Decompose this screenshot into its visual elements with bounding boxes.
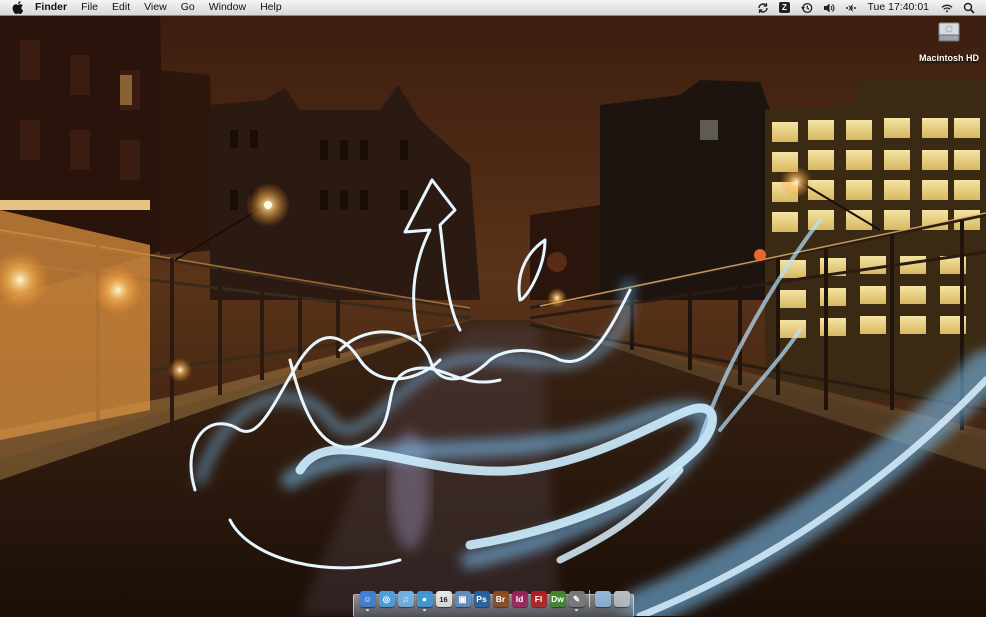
sync-icon[interactable] [756, 1, 770, 14]
hard-drive-icon [938, 22, 960, 42]
ical-icon: 16 [439, 594, 448, 604]
apple-menu-icon[interactable] [12, 1, 24, 14]
bluetooth-icon[interactable] [844, 1, 858, 14]
desktop-icon-macintosh-hd[interactable]: Macintosh HD [916, 20, 982, 63]
bridge-icon: Br [495, 594, 506, 604]
dock-item-script-editor[interactable]: ✎ [568, 591, 585, 611]
menu-file[interactable]: File [74, 0, 105, 15]
dock-item-itunes[interactable]: ♫ [397, 591, 414, 607]
running-indicator [574, 609, 578, 611]
input-source-badge: Z [779, 2, 790, 13]
dock-item-ichat[interactable]: ● [416, 591, 433, 611]
dock-item-dreamweaver[interactable]: Dw [549, 591, 566, 607]
dock-item-preview[interactable]: ▣ [454, 591, 471, 607]
menu-view[interactable]: View [137, 0, 174, 15]
photoshop-icon: Ps [476, 594, 487, 604]
menu-help[interactable]: Help [253, 0, 289, 15]
preview-icon: ▣ [458, 593, 467, 604]
dreamweaver-icon: Dw [551, 594, 564, 604]
dock-item-trash[interactable] [613, 591, 630, 607]
running-indicator [365, 609, 369, 611]
menu-edit[interactable]: Edit [105, 0, 137, 15]
finder-icon: ☺ [363, 594, 372, 604]
flash-icon: Fl [534, 594, 543, 604]
dock-item-safari[interactable]: ◎ [378, 591, 395, 607]
input-menu-icon[interactable]: Z [778, 1, 792, 14]
dock-item-documents-folder[interactable] [594, 591, 611, 607]
desktop-wallpaper [0, 0, 986, 616]
running-indicator [422, 609, 426, 611]
dock-items: ☺ ◎ ♫ ● 16 ▣ Ps Br Id Fl Dw ✎ [358, 590, 631, 611]
menu-go[interactable]: Go [174, 0, 202, 15]
volume-icon[interactable] [822, 1, 836, 14]
time-machine-icon[interactable] [800, 1, 814, 14]
ichat-icon: ● [421, 594, 428, 604]
indesign-icon: Id [515, 594, 524, 604]
dock-item-indesign[interactable]: Id [511, 591, 528, 607]
dock-item-photoshop[interactable]: Ps [473, 591, 490, 607]
script-editor-icon: ✎ [572, 593, 581, 604]
itunes-icon: ♫ [402, 594, 409, 604]
dock-item-finder[interactable]: ☺ [359, 591, 376, 611]
dock-item-bridge[interactable]: Br [492, 591, 509, 607]
menu-clock[interactable]: Tue 17:40:01 [862, 0, 937, 15]
menu-window[interactable]: Window [202, 0, 253, 15]
dock: ☺ ◎ ♫ ● 16 ▣ Ps Br Id Fl Dw ✎ [353, 588, 634, 617]
spotlight-icon[interactable] [962, 1, 976, 14]
dock-item-ical[interactable]: 16 [435, 591, 452, 607]
safari-icon: ◎ [382, 593, 391, 604]
menu-bar: Finder File Edit View Go Window Help Z T… [0, 0, 986, 16]
dock-separator [589, 590, 590, 607]
dock-item-flash[interactable]: Fl [530, 591, 547, 607]
app-menu-finder[interactable]: Finder [28, 0, 74, 15]
wifi-icon[interactable] [940, 1, 954, 14]
desktop-icon-label: Macintosh HD [918, 53, 979, 63]
